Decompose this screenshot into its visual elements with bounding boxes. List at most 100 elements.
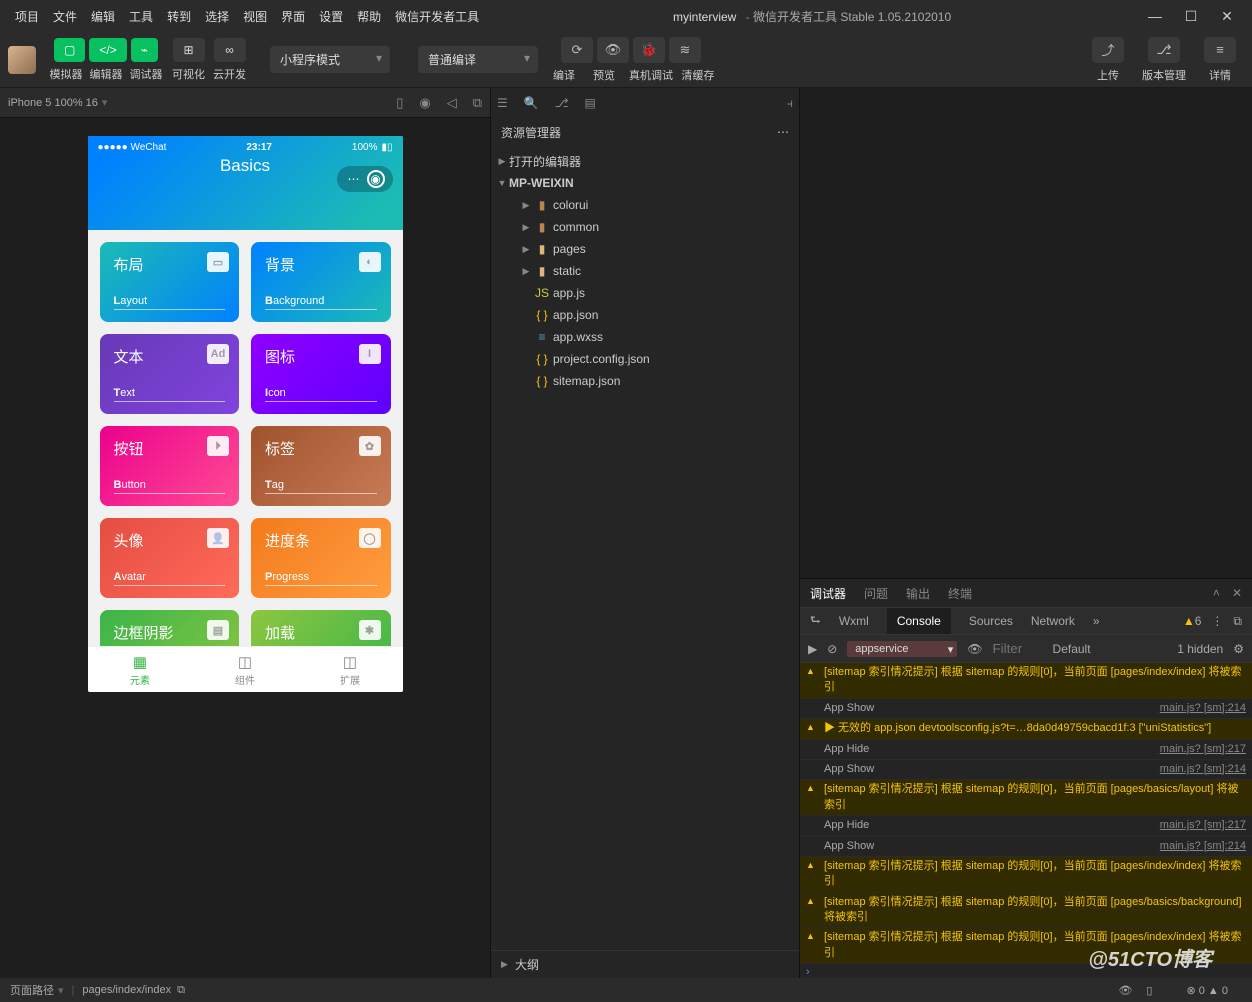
eye-icon[interactable]: 👁 [1118,984,1132,997]
console-line[interactable]: App Hidemain.js? [sm]:217 [800,740,1252,760]
minimize-button[interactable]: — [1144,8,1166,25]
git-icon[interactable]: ⎇ [555,96,569,110]
live-icon[interactable]: 👁 [967,642,982,656]
menu-项目[interactable]: 项目 [8,8,46,25]
file-colorui[interactable]: ▶▮colorui [491,194,799,216]
tile-tag[interactable]: 标签Tag✿ [251,426,391,506]
tile-progress[interactable]: 进度条Progress◯ [251,518,391,598]
tab-debugger[interactable]: 调试器 [810,585,846,602]
levels-select[interactable]: Default [1053,642,1091,656]
console-line[interactable]: ▶ 无效的 app.json devtoolsconfig.js?t=…8da0… [800,719,1252,739]
menu-视图[interactable]: 视图 [236,8,274,25]
console-line[interactable]: [sitemap 索引情况提示] 根据 sitemap 的规则[0]，当前页面 … [800,780,1252,816]
compile-button[interactable]: ⟳ [561,37,593,63]
console-output[interactable]: [sitemap 索引情况提示] 根据 sitemap 的规则[0]，当前页面 … [800,663,1252,978]
clear-icon[interactable]: ⊘ [827,642,837,656]
tab-network[interactable]: Network [1031,614,1075,628]
tab-output[interactable]: 输出 [906,585,930,602]
file-static[interactable]: ▶▮static [491,260,799,282]
mute-icon[interactable]: ◁ [447,95,457,111]
console-line[interactable]: [sitemap 索引情况提示] 根据 sitemap 的规则[0]，当前页面 … [800,857,1252,893]
rotate-icon[interactable]: ▯ [396,95,403,111]
tabbar-组件[interactable]: ◫组件 [193,647,298,692]
remote-button[interactable]: 🐞 [633,37,665,63]
preview-button[interactable]: 👁 [597,37,629,63]
file-app.json[interactable]: { }app.json [491,304,799,326]
tabbar-元素[interactable]: ▦元素 [88,647,193,692]
console-line[interactable]: App Showmain.js? [sm]:214 [800,760,1252,780]
phone-content[interactable]: 布局Layout▭背景Background◐文本TextAd图标IconI按钮B… [88,230,403,646]
tile-layout[interactable]: 布局Layout▭ [100,242,240,322]
page-path[interactable]: pages/index/index [82,984,171,996]
copy-icon[interactable]: ⧉ [177,984,185,997]
simulator-button[interactable]: ▢ [54,38,85,62]
menu-微信开发者工具[interactable]: 微信开发者工具 [388,8,486,25]
capsule-button[interactable]: ⋯ ◉ [337,166,393,192]
console-line[interactable]: [sitemap 索引情况提示] 根据 sitemap 的规则[0]，当前页面 … [800,893,1252,929]
close-button[interactable]: ✕ [1216,8,1238,25]
editor-area[interactable] [800,88,1252,578]
compile-select[interactable]: 普通编译 [418,46,538,73]
more-icon[interactable]: ⋯ [345,170,363,188]
tab-problems[interactable]: 问题 [864,585,888,602]
console-line[interactable]: App Showmain.js? [sm]:214 [800,699,1252,719]
filter-input[interactable] [993,641,1043,656]
file-project.config.json[interactable]: { }project.config.json [491,348,799,370]
dock-icon[interactable]: ⧉ [1233,614,1242,629]
upload-button[interactable]: ⤴ [1092,37,1124,63]
maximize-button[interactable]: ☐ [1180,8,1202,25]
tile-shadow[interactable]: 边框阴影Shadow▤ [100,610,240,646]
search-icon[interactable]: 🔍 [524,96,539,110]
open-editors-section[interactable]: ▶打开的编辑器 [491,150,799,172]
tab-terminal[interactable]: 终端 [948,585,972,602]
explorer-more-icon[interactable]: ⋯ [777,125,789,139]
file-pages[interactable]: ▶▮pages [491,238,799,260]
warn-badge[interactable]: ▲6 [1183,614,1202,628]
tile-background[interactable]: 背景Background◐ [251,242,391,322]
close-icon[interactable]: ✕ [1232,586,1242,600]
kebab-icon[interactable]: ⋮ [1211,614,1223,628]
explorer-tab-icon[interactable]: ☰ [497,96,508,110]
tab-console[interactable]: Console [887,608,951,634]
file-common[interactable]: ▶▮common [491,216,799,238]
menu-帮助[interactable]: 帮助 [350,8,388,25]
menu-工具[interactable]: 工具 [122,8,160,25]
console-prompt[interactable]: › [800,964,1252,978]
editor-button[interactable]: </> [89,38,126,62]
tile-loading[interactable]: 加载Loading✱ [251,610,391,646]
device-info[interactable]: iPhone 5 100% 16 [8,97,98,109]
run-icon[interactable]: ▤ [585,96,596,110]
menu-设置[interactable]: 设置 [312,8,350,25]
menu-转到[interactable]: 转到 [160,8,198,25]
tile-text[interactable]: 文本TextAd [100,334,240,414]
avatar[interactable] [8,46,36,74]
tile-icon[interactable]: 图标IconI [251,334,391,414]
file-app.js[interactable]: JSapp.js [491,282,799,304]
tile-button[interactable]: 按钮Button⏵ [100,426,240,506]
tile-avatar[interactable]: 头像Avatar👤 [100,518,240,598]
console-line[interactable]: App Showmain.js? [sm]:214 [800,837,1252,857]
collapse-icon[interactable]: ˄ [1213,586,1220,600]
play-icon[interactable]: ▶ [808,642,817,656]
hidden-count[interactable]: 1 hidden [1177,642,1223,656]
debugger-button[interactable]: ⌁ [131,38,158,62]
window-icon[interactable]: ⧉ [473,95,482,111]
detail-button[interactable]: ≡ [1204,37,1236,63]
inspect-icon[interactable]: ⮑ [810,611,821,632]
target-icon[interactable]: ◉ [367,170,385,188]
outline-section[interactable]: ▶ 大纲 [491,950,799,978]
console-line[interactable]: [sitemap 索引情况提示] 根据 sitemap 的规则[0]，当前页面 … [800,928,1252,964]
tabbar-扩展[interactable]: ◫扩展 [298,647,403,692]
sim-float-icon[interactable]: ▯ [1146,984,1152,997]
split-icon[interactable]: ⫞ [787,96,793,111]
menu-选择[interactable]: 选择 [198,8,236,25]
gear-icon[interactable]: ⚙ [1233,642,1244,656]
tab-sources[interactable]: Sources [969,614,1013,628]
file-sitemap.json[interactable]: { }sitemap.json [491,370,799,392]
menu-文件[interactable]: 文件 [46,8,84,25]
visual-button[interactable]: ⊞ [173,38,205,62]
context-select[interactable]: appservice [847,641,957,657]
tab-wxml[interactable]: Wxml [839,614,869,628]
more-tabs-icon[interactable]: » [1093,614,1100,628]
mode-select[interactable]: 小程序模式 [270,46,390,73]
